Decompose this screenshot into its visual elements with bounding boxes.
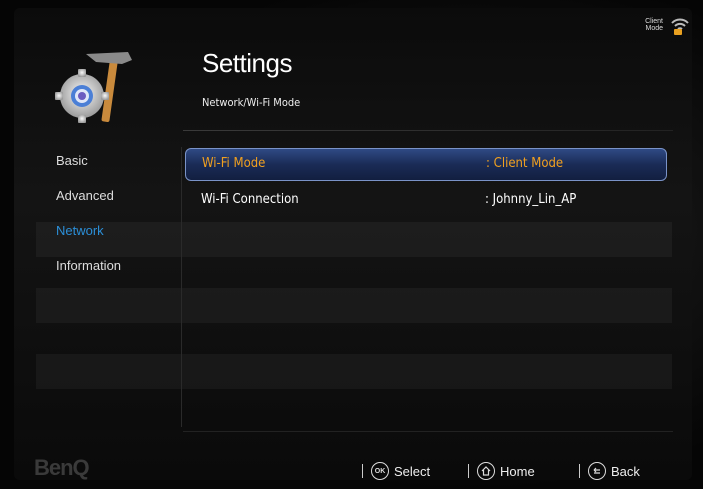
sidebar-item-label: Advanced (56, 188, 114, 203)
select-hint[interactable]: OK Select (362, 462, 430, 480)
settings-gear-hammer-icon (55, 52, 132, 123)
status-mode-line1: Client (645, 18, 663, 25)
select-label: Select (394, 463, 431, 479)
breadcrumb: Network/Wi-Fi Mode (202, 96, 301, 109)
sidebar-item-basic[interactable]: Basic (36, 147, 181, 182)
ok-button-icon: OK (371, 462, 389, 480)
sidebar-item-advanced[interactable]: Advanced (36, 182, 181, 217)
setting-label: Wi-Fi Mode (202, 156, 266, 171)
back-label: Back (611, 463, 640, 479)
sidebar-item-label: Network (56, 223, 104, 238)
sidebar-item-label: Basic (56, 153, 88, 168)
settings-list: Wi-Fi Mode : Client Mode Wi-Fi Connectio… (185, 148, 670, 222)
sidebar: Basic Advanced Network Information (36, 147, 182, 427)
sidebar-item-information[interactable]: Information (36, 252, 181, 287)
page-title: Settings (202, 48, 292, 78)
home-icon (477, 462, 495, 480)
sidebar-item-label: Information (56, 258, 122, 273)
separator (579, 464, 580, 478)
back-icon (588, 462, 606, 480)
home-hint[interactable]: Home (468, 462, 535, 480)
sidebar-item-network[interactable]: Network (36, 217, 181, 252)
setting-row-wifi-connection[interactable]: Wi-Fi Connection : Johnny_Lin_AP (185, 185, 670, 218)
back-hint[interactable]: Back (579, 462, 640, 480)
separator (468, 464, 469, 478)
status-text: Client Mode (633, 18, 663, 32)
status-mode-line2: Mode (645, 25, 663, 32)
brand-logo: BenQ (34, 455, 90, 480)
wifi-icon (671, 18, 689, 35)
screen: Client Mode Settings Network/Wi-Fi Mode … (0, 0, 703, 489)
home-label: Home (500, 463, 535, 479)
setting-value: : Johnny_Lin_AP (485, 192, 577, 207)
separator (362, 464, 363, 478)
header-divider (183, 130, 673, 131)
client-mode-status: Client Mode (633, 14, 691, 36)
setting-label: Wi-Fi Connection (201, 192, 299, 207)
setting-value: : Client Mode (486, 156, 564, 171)
footer-divider (183, 431, 673, 432)
setting-row-wifi-mode[interactable]: Wi-Fi Mode : Client Mode (185, 148, 667, 181)
